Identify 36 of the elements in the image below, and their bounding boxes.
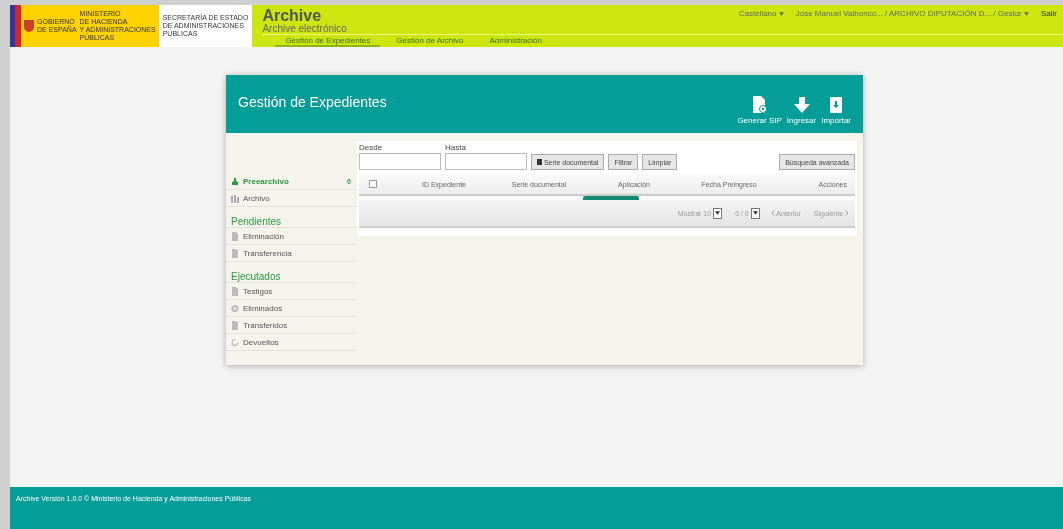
language-menu[interactable]: Castellano	[738, 9, 784, 34]
document-gear-icon	[752, 96, 767, 113]
chevron-right-icon	[845, 209, 849, 216]
import-document-icon	[830, 97, 843, 113]
nav-tab[interactable]: Administración	[479, 35, 552, 47]
app-subtitle: Archive electrónico	[262, 23, 347, 34]
sidebar-item[interactable]: Transferencia	[226, 245, 356, 262]
chevron-left-icon	[770, 209, 775, 216]
sidebar-heading: Pendientes	[226, 207, 356, 228]
sidebar-item[interactable]: Eliminación	[226, 228, 356, 245]
refresh-icon	[231, 337, 239, 347]
sidebar-heading: Ejecutados	[226, 262, 356, 283]
download-arrow-icon	[793, 97, 810, 113]
date-from-field[interactable]	[359, 153, 441, 170]
caret-icon	[1024, 12, 1029, 16]
page-dropdown[interactable]	[750, 207, 760, 219]
sidebar-item[interactable]: Transferidos	[226, 317, 356, 334]
logout-link[interactable]: Salir	[1041, 9, 1057, 34]
field-label: Hasta	[445, 143, 467, 152]
field-label: Desde	[359, 143, 384, 152]
checkbox[interactable]	[369, 180, 377, 188]
caret-icon	[715, 211, 721, 215]
cross-circle-icon	[231, 303, 239, 313]
sidebar-item[interactable]: Testigos	[226, 283, 356, 300]
caret-icon	[778, 12, 784, 16]
nav-tab[interactable]: Gestión de Archivo	[386, 35, 474, 47]
sidebar-item[interactable]: Eliminados	[226, 300, 356, 317]
caret-icon	[752, 211, 758, 215]
date-to-field[interactable]	[445, 153, 527, 170]
sidebar-item[interactable]: Archivo	[226, 190, 356, 207]
app-title: Archive	[262, 6, 323, 23]
page-size-dropdown[interactable]	[713, 207, 723, 219]
card-title: Gestión de Expedientes	[238, 93, 387, 112]
sidebar-item[interactable]: Devueltos	[226, 334, 356, 351]
loading-bar	[583, 196, 639, 200]
user-menu[interactable]: Jose Manuel Valhonco... / ARCHIVO DIPUTACIÓN D... / Gestor	[795, 9, 1029, 34]
